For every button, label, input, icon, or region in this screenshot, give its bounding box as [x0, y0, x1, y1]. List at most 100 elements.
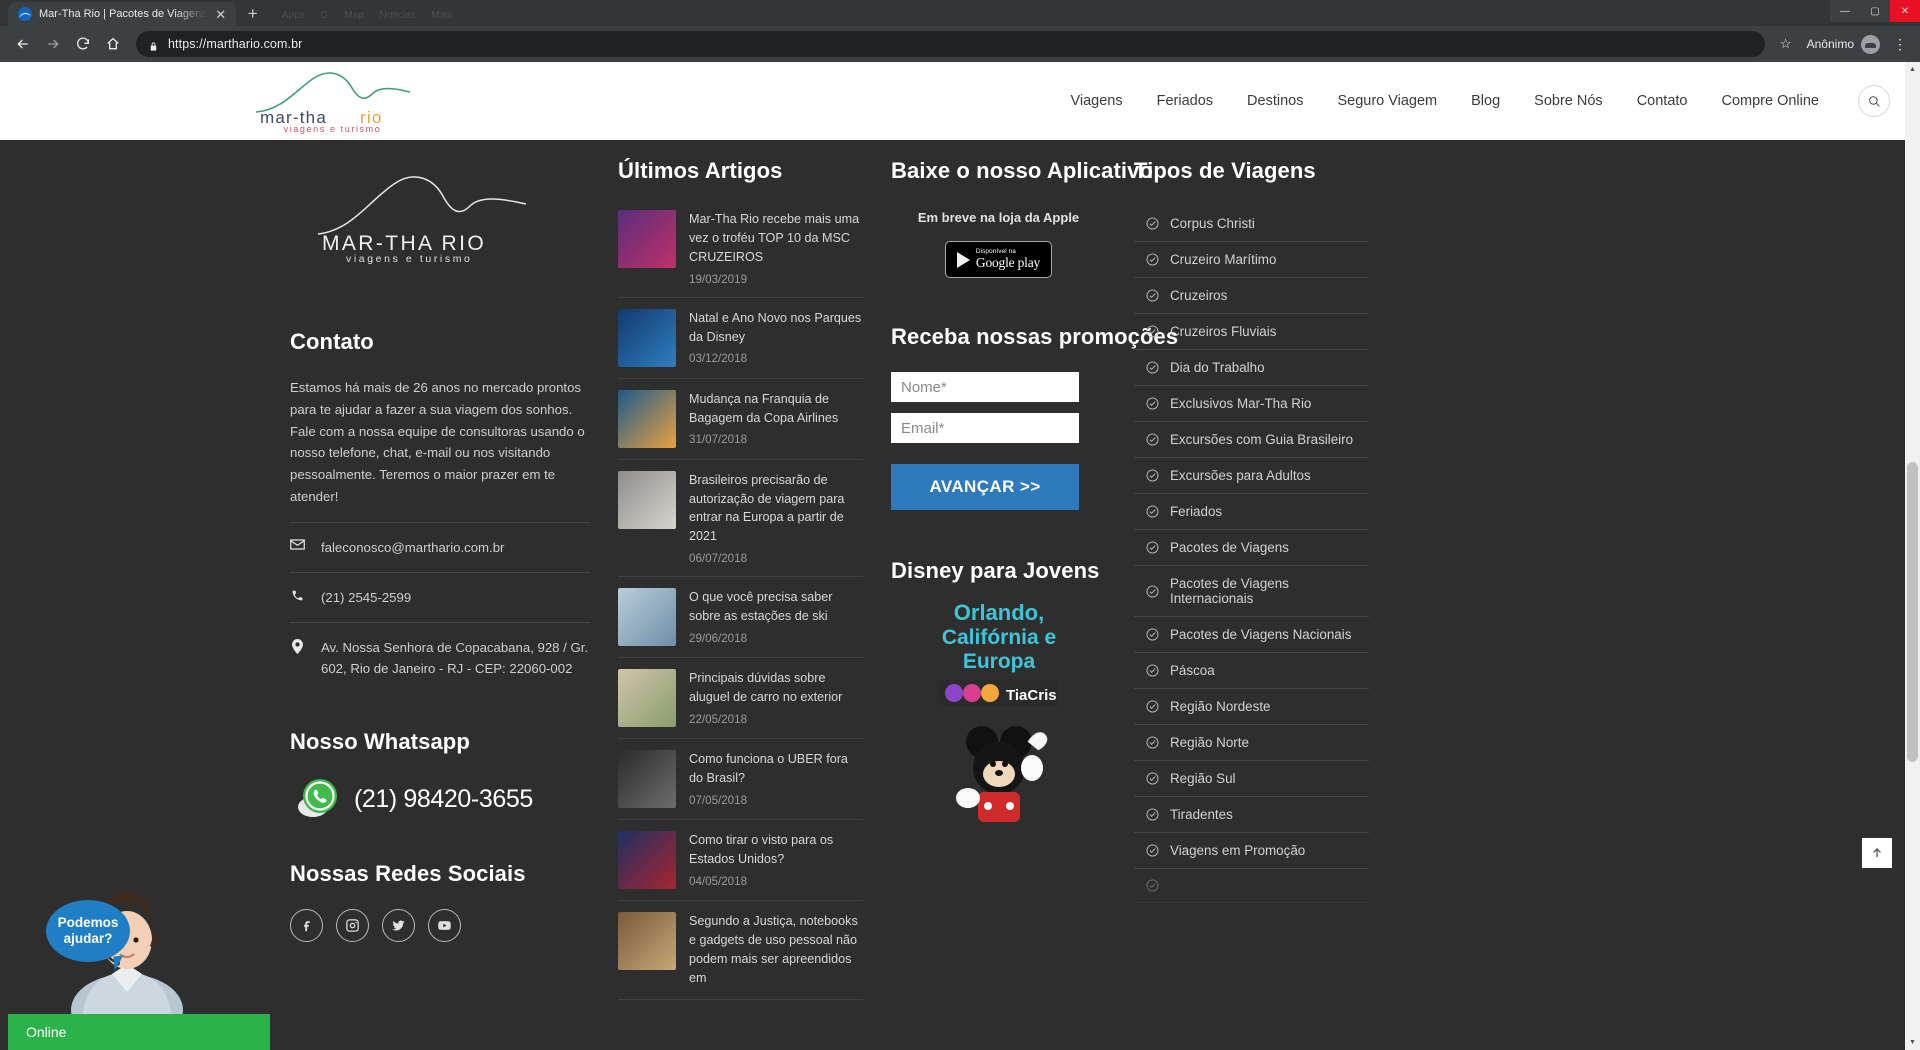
incognito-indicator[interactable]: Anônimo	[1801, 34, 1886, 54]
new-tab-button[interactable]: +	[240, 2, 266, 26]
scroll-to-top-button[interactable]	[1862, 838, 1892, 868]
type-label: Cruzeiros Fluviais	[1170, 324, 1277, 339]
browser-tab[interactable]: Mar-Tha Rio | Pacotes de Viagens ✕	[8, 2, 236, 26]
nav-item-compre-online[interactable]: Compre Online	[1704, 93, 1836, 109]
article-title[interactable]: Brasileiros precisarão de autorização de…	[689, 471, 863, 547]
chat-bubble-line2: ajudar?	[63, 931, 113, 946]
list-item[interactable]: Tiradentes	[1134, 797, 1369, 833]
facebook-icon[interactable]	[290, 909, 323, 943]
nav-item-blog[interactable]: Blog	[1454, 93, 1517, 109]
search-icon[interactable]	[1858, 85, 1890, 117]
list-item[interactable]: Pacotes de Viagens Internacionais	[1134, 566, 1369, 617]
bookmark-star-icon[interactable]: ☆	[1775, 36, 1797, 52]
scrollbar-down-arrow-icon[interactable]: ▼	[1905, 1035, 1920, 1050]
menu-icon[interactable]: ⋮	[1890, 37, 1910, 51]
article-title[interactable]: Mudança na Franquia de Bagagem da Copa A…	[689, 390, 863, 428]
page-viewport: mar-tha rio viagens e turismo Viagens Fe…	[0, 62, 1920, 1050]
newsletter-submit-button[interactable]: AVANÇAR >>	[891, 464, 1079, 510]
check-circle-icon	[1146, 289, 1159, 302]
article-title[interactable]: Principais dúvidas sobre aluguel de carr…	[689, 669, 863, 707]
list-item[interactable]: Mudança na Franquia de Bagagem da Copa A…	[618, 379, 863, 460]
type-label: Região Nordeste	[1170, 699, 1271, 714]
tab-title: Mar-Tha Rio | Pacotes de Viagens	[39, 8, 207, 20]
list-item[interactable]: Cruzeiro Marítimo	[1134, 242, 1369, 278]
list-item[interactable]: Segundo a Justiça, notebooks e gadgets d…	[618, 901, 863, 1000]
list-item[interactable]: Exclusivos Mar-Tha Rio	[1134, 386, 1369, 422]
list-item[interactable]: Dia do Trabalho	[1134, 350, 1369, 386]
youtube-icon[interactable]	[428, 909, 461, 943]
window-close-button[interactable]: ✕	[1890, 0, 1920, 22]
type-label: Pacotes de Viagens Nacionais	[1170, 627, 1352, 642]
site-logo[interactable]: mar-tha rio viagens e turismo	[245, 68, 420, 134]
list-item[interactable]: Mar-Tha Rio recebe mais uma vez o troféu…	[618, 206, 863, 298]
whatsapp-row[interactable]: (21) 98420-3655	[296, 777, 590, 821]
page-scrollbar[interactable]: ▲ ▼	[1905, 62, 1920, 1050]
list-item[interactable]: Corpus Christi	[1134, 206, 1369, 242]
list-item[interactable]: Principais dúvidas sobre aluguel de carr…	[618, 658, 863, 740]
list-item[interactable]: Região Sul	[1134, 761, 1369, 797]
svg-text:Europa: Europa	[962, 650, 1035, 673]
whatsapp-icon	[298, 779, 337, 818]
list-item[interactable]: Brasileiros precisarão de autorização de…	[618, 460, 863, 578]
disney-banner-graphic: Orlando, Califórnia e Europa TiaCris	[938, 600, 1059, 822]
newsletter-email-input[interactable]	[891, 413, 1079, 443]
type-label: Páscoa	[1170, 663, 1215, 678]
article-title[interactable]: O que você precisa saber sobre as estaçõ…	[689, 588, 863, 626]
article-title[interactable]: Segundo a Justiça, notebooks e gadgets d…	[689, 912, 863, 988]
ghost-item: Noticias	[379, 10, 416, 21]
list-item[interactable]: Excursões para Adultos	[1134, 458, 1369, 494]
list-item[interactable]: Como tirar o visto para os Estados Unido…	[618, 820, 863, 902]
type-label: Região Sul	[1170, 771, 1236, 786]
nav-item-seguro-viagem[interactable]: Seguro Viagem	[1320, 93, 1454, 109]
list-item[interactable]: Excursões com Guia Brasileiro	[1134, 422, 1369, 458]
close-icon[interactable]: ✕	[214, 8, 228, 21]
article-title[interactable]: Como tirar o visto para os Estados Unido…	[689, 831, 863, 869]
site-header: mar-tha rio viagens e turismo Viagens Fe…	[0, 62, 1920, 140]
maximize-button[interactable]: ▢	[1860, 0, 1890, 22]
type-label: Corpus Christi	[1170, 216, 1255, 231]
svg-text:MAR-THA RIO: MAR-THA RIO	[322, 232, 486, 255]
nav-item-viagens[interactable]: Viagens	[1053, 93, 1139, 109]
list-item[interactable]: Viagens em Promoção	[1134, 833, 1369, 869]
list-item[interactable]: Cruzeiros Fluviais	[1134, 314, 1369, 350]
list-item[interactable]	[1134, 869, 1369, 903]
reload-icon[interactable]	[70, 31, 96, 57]
list-item[interactable]: Como funciona o UBER fora do Brasil? 07/…	[618, 739, 863, 821]
article-date: 03/12/2018	[689, 352, 748, 366]
disney-banner[interactable]: Orlando, Califórnia e Europa TiaCris	[904, 592, 1094, 827]
contact-phone-value: (21) 2545-2599	[321, 589, 412, 605]
article-title[interactable]: Natal e Ano Novo nos Parques da Disney	[689, 309, 863, 347]
nav-item-contato[interactable]: Contato	[1620, 93, 1705, 109]
type-label: Dia do Trabalho	[1170, 360, 1265, 375]
chat-status-bar[interactable]: Online	[8, 1014, 270, 1050]
list-item[interactable]: Natal e Ano Novo nos Parques da Disney 0…	[618, 298, 863, 379]
list-item[interactable]: O que você precisa saber sobre as estaçõ…	[618, 577, 863, 659]
contact-phone-row[interactable]: (21) 2545-2599	[290, 573, 590, 622]
list-item[interactable]: Pacotes de Viagens Nacionais	[1134, 617, 1369, 653]
instagram-icon[interactable]	[336, 909, 369, 943]
list-item[interactable]: Cruzeiros	[1134, 278, 1369, 314]
nav-item-sobre-nos[interactable]: Sobre Nós	[1517, 93, 1620, 109]
back-icon[interactable]	[10, 31, 36, 57]
home-icon[interactable]	[100, 31, 126, 57]
list-item[interactable]: Feriados	[1134, 494, 1369, 530]
google-play-badge[interactable]: Disponível na Google play	[945, 241, 1052, 278]
twitter-icon[interactable]	[382, 909, 415, 943]
article-title[interactable]: Como funciona o UBER fora do Brasil?	[689, 750, 863, 788]
list-item[interactable]: Pacotes de Viagens	[1134, 530, 1369, 566]
nav-item-feriados[interactable]: Feriados	[1140, 93, 1230, 109]
nav-item-destinos[interactable]: Destinos	[1230, 93, 1320, 109]
list-item[interactable]: Região Norte	[1134, 725, 1369, 761]
list-item[interactable]: Páscoa	[1134, 653, 1369, 689]
minimize-button[interactable]: —	[1830, 0, 1860, 22]
browser-tab-strip: Mar-Tha Rio | Pacotes de Viagens ✕ + App…	[0, 0, 1920, 26]
chat-speech-bubble[interactable]: Podemos ajudar?	[46, 900, 130, 962]
contact-email-row[interactable]: faleconosco@marthario.com.br	[290, 523, 590, 572]
address-bar[interactable]: https://marthario.com.br	[136, 31, 1765, 57]
scrollbar-thumb[interactable]	[1907, 462, 1918, 762]
article-title[interactable]: Mar-Tha Rio recebe mais uma vez o troféu…	[689, 210, 863, 267]
scrollbar-up-arrow-icon[interactable]: ▲	[1905, 62, 1920, 77]
newsletter-name-input[interactable]	[891, 372, 1079, 402]
incognito-label: Anônimo	[1806, 37, 1854, 51]
list-item[interactable]: Região Nordeste	[1134, 689, 1369, 725]
